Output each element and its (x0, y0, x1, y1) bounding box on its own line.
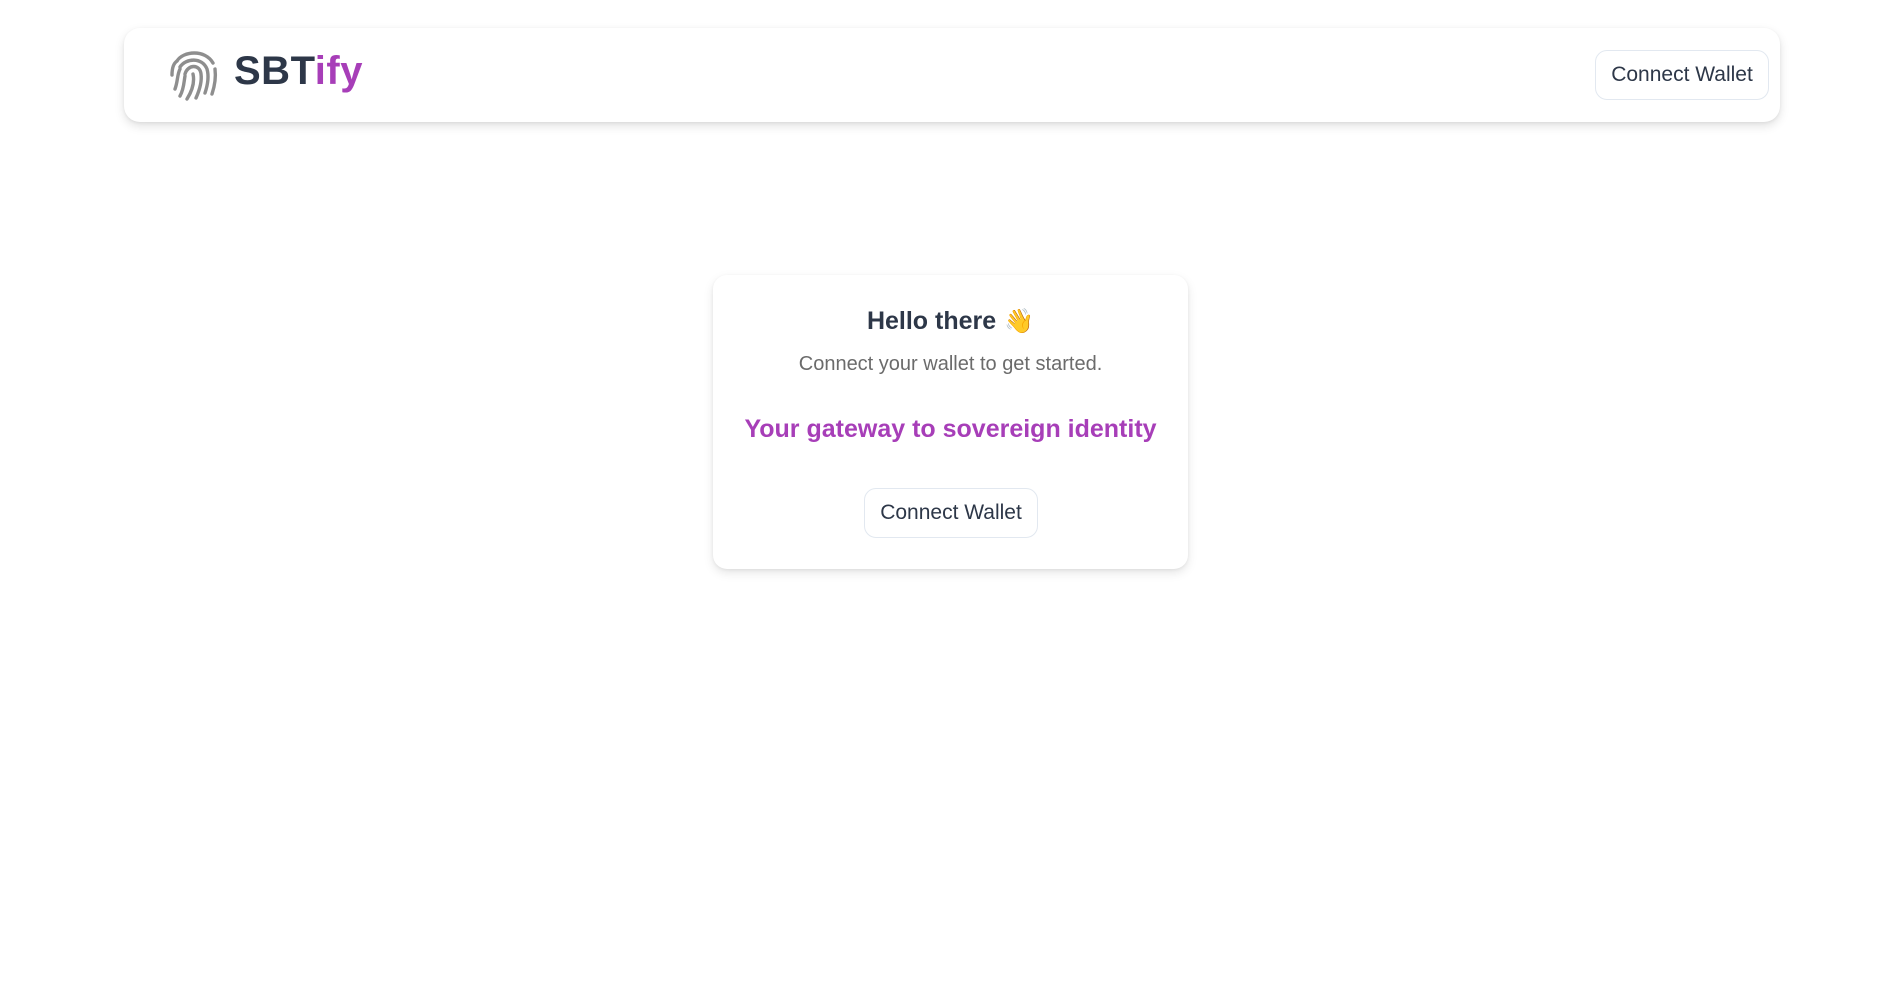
card-connect-wallet-button[interactable]: Connect Wallet (864, 488, 1038, 538)
card-title: Hello there 👋 (713, 306, 1188, 337)
card-title-text: Hello there (866, 307, 997, 335)
brand-name-suffix: ify (314, 49, 363, 93)
top-navbar: SBTify Connect Wallet (124, 28, 1780, 122)
fingerprint-icon (170, 51, 218, 101)
brand[interactable]: SBTify (168, 47, 363, 101)
card-tagline: Your gateway to sovereign identity (744, 415, 1157, 443)
brand-name: SBTify (234, 51, 363, 91)
card-subtitle: Connect your wallet to get started. (798, 353, 1103, 375)
waving-hand-icon: 👋 (1004, 308, 1035, 335)
header-connect-wallet-button[interactable]: Connect Wallet (1595, 50, 1769, 100)
page: SBTify Connect Wallet Hello there 👋 Conne… (0, 0, 1893, 998)
connect-card: Hello there 👋 Connect your wallet to get … (713, 275, 1188, 569)
brand-name-prefix: SBT (234, 49, 315, 93)
